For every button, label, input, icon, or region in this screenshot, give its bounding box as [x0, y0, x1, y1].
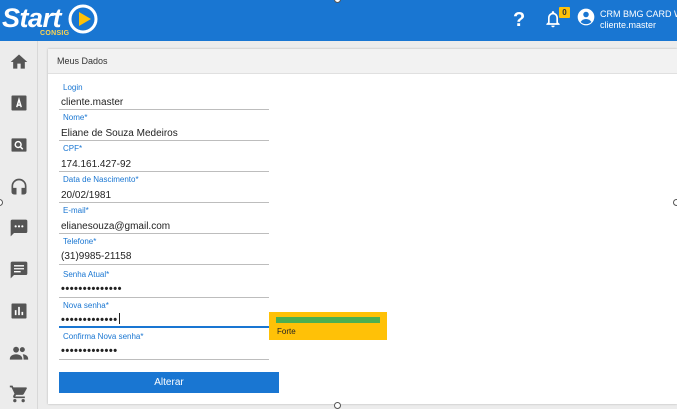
senha-atual-input[interactable]: ••••••••••••••: [61, 283, 122, 295]
text-caret: [118, 313, 120, 324]
home-icon[interactable]: [8, 51, 30, 73]
alterar-button[interactable]: Alterar: [59, 372, 279, 393]
nova-senha-input[interactable]: •••••••••••••: [61, 313, 120, 326]
logo-subtitle: CONSIG: [40, 30, 70, 37]
avatar-icon[interactable]: [576, 7, 596, 27]
login-input[interactable]: cliente.master: [61, 97, 123, 108]
nascimento-label: Data de Nascimento*: [63, 175, 139, 184]
search-icon[interactable]: [8, 134, 30, 156]
cart-icon[interactable]: [8, 383, 30, 405]
card-header: Meus Dados: [48, 49, 677, 74]
password-strength-tooltip: Forte: [269, 312, 387, 340]
message-icon[interactable]: [8, 259, 30, 281]
telefone-underline: [59, 264, 269, 265]
nome-label: Nome*: [63, 113, 88, 122]
help-icon[interactable]: ?: [513, 8, 525, 32]
confirma-senha-label: Confirma Nova senha*: [63, 332, 144, 341]
senha-atual-underline: [59, 297, 269, 298]
login-underline: [59, 109, 269, 110]
telefone-input[interactable]: (31)9985-21158: [61, 251, 131, 262]
nascimento-input[interactable]: 20/02/1981: [61, 190, 111, 201]
text-icon[interactable]: [8, 92, 30, 114]
cpf-underline: [59, 171, 269, 172]
people-icon[interactable]: [8, 342, 30, 364]
confirma-senha-underline: [59, 359, 269, 360]
sidebar: [0, 41, 38, 409]
confirma-senha-input[interactable]: •••••••••••••: [61, 345, 118, 357]
nome-input[interactable]: Eliane de Souza Medeiros: [61, 128, 178, 139]
resize-handle-right[interactable]: [673, 199, 677, 206]
email-input[interactable]: elianesouza@gmail.com: [61, 221, 170, 232]
nova-senha-label: Nova senha*: [63, 301, 109, 310]
telefone-label: Telefone*: [63, 237, 97, 246]
chart-icon[interactable]: [8, 300, 30, 322]
nova-senha-underline: [59, 326, 269, 328]
nascimento-underline: [59, 202, 269, 203]
senha-atual-label: Senha Atual*: [63, 270, 110, 279]
nome-underline: [59, 140, 269, 141]
cpf-input[interactable]: 174.161.427-92: [61, 159, 131, 170]
logo-text: Start: [2, 3, 62, 33]
page-title: Meus Dados: [57, 56, 108, 66]
user-name: cliente.master: [600, 20, 657, 30]
play-icon: [68, 4, 98, 34]
resize-handle-bottom[interactable]: [334, 402, 341, 409]
email-underline: [59, 233, 269, 234]
login-label: Login: [63, 83, 83, 92]
email-label: E-mail*: [63, 206, 89, 215]
nova-senha-value: •••••••••••••: [61, 314, 118, 326]
top-bar: Start CONSIG ? 0 CRM BMG CARD WS cliente…: [0, 0, 677, 41]
chat-icon[interactable]: [8, 217, 30, 239]
password-strength-label: Forte: [277, 327, 296, 336]
user-company: CRM BMG CARD WS: [600, 9, 677, 19]
cpf-label: CPF*: [63, 144, 83, 153]
notification-badge: 0: [559, 7, 570, 18]
password-strength-bar: [276, 317, 380, 323]
headset-icon[interactable]: [8, 176, 30, 198]
